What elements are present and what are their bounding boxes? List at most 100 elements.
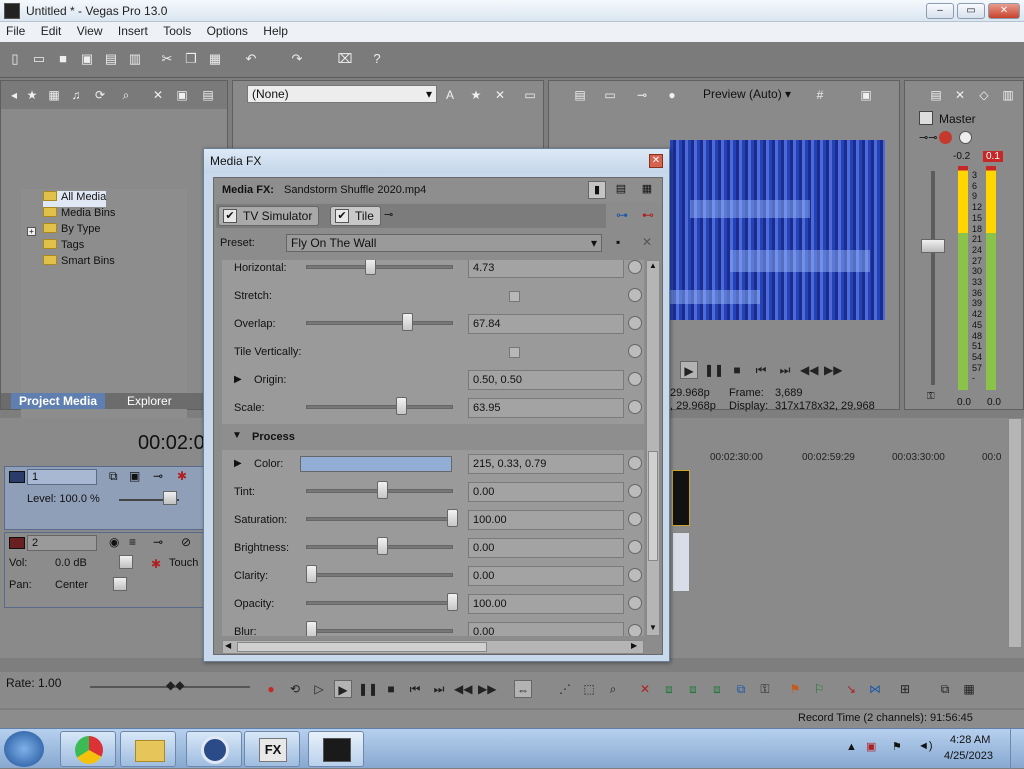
region-icon[interactable]: ⚐ <box>810 680 828 698</box>
split-screen-icon[interactable]: ● <box>663 86 681 104</box>
extract-audio-icon[interactable]: ♫ <box>67 86 85 104</box>
pan-slider-handle[interactable] <box>113 577 127 591</box>
param-value-field[interactable]: 0.50, 0.50 <box>468 370 624 390</box>
tray-expand-icon[interactable]: ▲ <box>846 741 857 753</box>
tree-item-media-bins[interactable]: Media Bins <box>43 207 115 223</box>
record-icon[interactable]: ● <box>262 680 280 698</box>
next-frame-icon[interactable]: ⏭ <box>776 361 794 379</box>
save-as-icon[interactable]: ▣ <box>78 50 96 68</box>
taskbar-explorer[interactable] <box>120 731 176 767</box>
project-properties-icon[interactable]: ▤ <box>571 86 589 104</box>
param-value-field[interactable]: 4.73 <box>468 260 624 278</box>
fx-chain-tile[interactable]: ✔ Tile <box>330 206 381 226</box>
lock-icon[interactable]: ⚿ <box>756 680 774 698</box>
param-slider-track[interactable] <box>306 601 453 605</box>
param-slider-track[interactable] <box>306 629 453 633</box>
clock-time[interactable]: 4:28 AM <box>950 734 990 746</box>
add-plugin-icon[interactable]: ⊶ <box>616 208 628 222</box>
filter-select[interactable]: (None) ▾ <box>247 85 437 103</box>
scroll-right-icon[interactable]: ▶ <box>631 641 637 650</box>
envelope-tool-icon[interactable]: ⋰ <box>556 680 574 698</box>
expand-icon[interactable]: + <box>27 227 36 236</box>
downmix-icon[interactable]: ◇ <box>975 86 993 104</box>
fx-icon[interactable]: A <box>441 86 459 104</box>
param-slider-track[interactable] <box>306 265 453 269</box>
gear-icon[interactable]: ✱ <box>177 469 187 483</box>
trim-icon[interactable]: ⧈ <box>660 680 678 698</box>
mixer-icon[interactable]: ≡ <box>129 535 136 549</box>
rate-slider-handle[interactable]: ◆◆ <box>166 678 184 692</box>
expand-arrow-icon[interactable]: ▶ <box>234 458 242 469</box>
gear-icon[interactable]: ✱ <box>151 557 161 571</box>
param-value-field[interactable]: 63.95 <box>468 398 624 418</box>
marker-icon[interactable]: ⚑ <box>786 680 804 698</box>
new-file-icon[interactable]: ▯ <box>6 50 24 68</box>
delete-icon[interactable]: ✕ <box>636 680 654 698</box>
motion-icon[interactable]: ▣ <box>129 469 140 483</box>
param-slider-track[interactable] <box>306 321 453 325</box>
remove-icon[interactable]: ✕ <box>491 86 509 104</box>
crossfade-icon[interactable]: ⋈ <box>866 680 884 698</box>
animate-keyframe-icon[interactable] <box>628 372 642 386</box>
timeline-vertical-scrollbar[interactable] <box>1008 418 1022 648</box>
view-grid-icon[interactable]: ▦ <box>638 181 656 199</box>
tab-project-media[interactable]: Project Media <box>11 393 106 409</box>
play-icon[interactable]: ▶ <box>334 680 352 698</box>
menu-view[interactable]: View <box>71 22 109 40</box>
tree-item-all-media[interactable]: All Media <box>43 191 107 207</box>
play-from-start-icon[interactable]: ▷ <box>310 680 328 698</box>
taskbar-fx[interactable]: FX <box>244 731 300 767</box>
selection-tool-icon[interactable]: ⬚ <box>580 680 598 698</box>
video-event[interactable] <box>672 470 690 526</box>
scroll-down-icon[interactable]: ▼ <box>647 623 659 635</box>
refresh-icon[interactable]: ⟳ <box>91 86 109 104</box>
fx-chain-icon[interactable]: ⊸ <box>153 535 163 549</box>
fx-chain-tv-simulator[interactable]: ✔ TV Simulator <box>218 206 320 226</box>
scroll-thumb[interactable] <box>237 642 487 652</box>
import-media-icon[interactable]: ◂ <box>5 86 23 104</box>
param-slider-thumb[interactable] <box>401 313 413 331</box>
param-value-field[interactable]: 0.00 <box>468 622 624 636</box>
open-folder-icon[interactable]: ▭ <box>30 50 48 68</box>
loop-icon[interactable]: ⟲ <box>286 680 304 698</box>
param-slider-thumb[interactable] <box>365 260 377 275</box>
arm-record-icon[interactable]: ◉ <box>109 535 119 549</box>
pause-icon[interactable]: ❚❚ <box>358 680 378 698</box>
overlays-icon[interactable]: # <box>811 86 829 104</box>
fx-chain-icon[interactable]: ⊸⊸ <box>919 131 937 144</box>
stop-icon[interactable]: ■ <box>382 680 400 698</box>
prev-frame-icon[interactable]: ⏮ <box>752 361 770 379</box>
taskbar-chrome[interactable] <box>60 731 116 767</box>
menu-options[interactable]: Options <box>201 22 254 40</box>
touch-mode[interactable]: Touch <box>169 557 198 569</box>
save-icon[interactable]: ■ <box>54 50 72 68</box>
param-slider-thumb[interactable] <box>306 565 317 583</box>
animate-keyframe-icon[interactable] <box>628 540 642 554</box>
animate-keyframe-icon[interactable] <box>628 568 642 582</box>
section-process[interactable]: ▼ Process <box>222 424 644 450</box>
param-value-field[interactable]: 0.00 <box>468 482 624 502</box>
param-slider-track[interactable] <box>306 405 453 409</box>
param-slider-thumb[interactable] <box>447 593 458 611</box>
tree-item-tags[interactable]: Tags <box>43 239 84 255</box>
track-number[interactable]: 1 <box>27 469 97 485</box>
stop-icon[interactable]: ■ <box>728 361 746 379</box>
param-slider-thumb[interactable] <box>306 621 317 636</box>
menu-file[interactable]: File <box>0 22 31 40</box>
param-value-field[interactable]: 100.00 <box>468 594 624 614</box>
phase-icon[interactable]: ⊘ <box>181 535 191 549</box>
menu-tools[interactable]: Tools <box>157 22 197 40</box>
auto-ripple-icon[interactable]: ↘ <box>842 680 860 698</box>
redo-icon[interactable]: ↷ <box>288 50 306 68</box>
normal-edit-tool-icon[interactable]: ⇔ <box>514 680 532 698</box>
taskbar-vegas[interactable] <box>308 731 364 767</box>
views-icon[interactable]: ▤ <box>199 86 217 104</box>
volume-slider-handle[interactable] <box>119 555 133 569</box>
volume-icon[interactable]: ◄) <box>918 740 933 752</box>
animate-keyframe-icon[interactable] <box>628 484 642 498</box>
param-slider-track[interactable] <box>306 517 453 521</box>
cut-icon[interactable]: ✂ <box>158 50 176 68</box>
solo-icon[interactable] <box>959 131 972 144</box>
get-media-icon[interactable]: ▦ <box>45 86 63 104</box>
monitor-icon[interactable]: ▭ <box>521 86 539 104</box>
